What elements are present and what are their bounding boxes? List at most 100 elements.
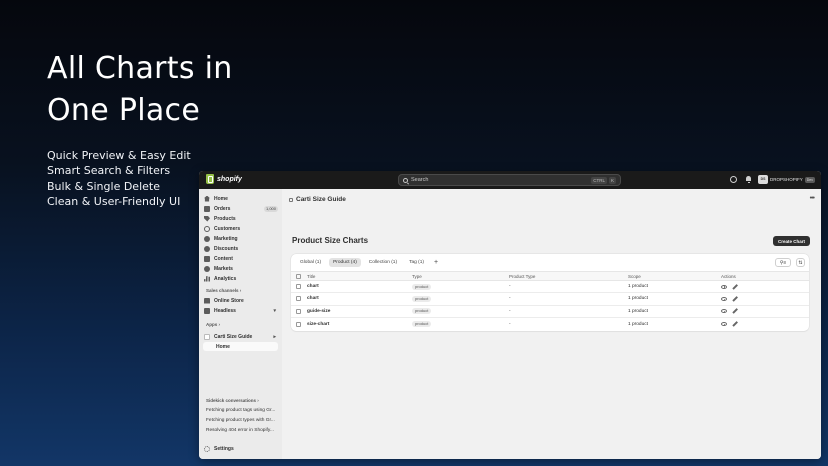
row-checkbox[interactable] (296, 284, 301, 290)
sort-icon: ⇅ (798, 259, 803, 266)
sidebar-item-label: Headless (214, 307, 236, 314)
eye-icon[interactable] (721, 309, 727, 314)
sales-channels-label-text: Sales channels (206, 288, 239, 293)
tag-icon (204, 215, 210, 222)
row-checkbox[interactable] (296, 308, 301, 314)
sidebar-item-markets[interactable]: Markets (204, 264, 278, 273)
bell-icon[interactable] (745, 176, 752, 183)
chart-icon (204, 275, 210, 282)
tab-product[interactable]: Product (4) (329, 258, 361, 267)
column-header-product-type: Product Type (509, 273, 536, 279)
sidebar-item-online-store[interactable]: Online Store (204, 296, 278, 305)
row-actions (721, 293, 738, 304)
sidebar-item-products[interactable]: Products (204, 214, 278, 223)
row-product-type: - (509, 296, 511, 302)
inbox-icon (204, 205, 210, 212)
edit-icon[interactable] (732, 296, 738, 302)
store-badge: Dev (804, 176, 815, 183)
row-actions (721, 306, 738, 317)
column-header-title: Title (307, 273, 316, 279)
eye-icon[interactable] (721, 296, 727, 301)
search-filter-button[interactable]: ⚲ ≡ (775, 258, 791, 267)
sort-button[interactable]: ⇅ (796, 258, 805, 267)
tab-global[interactable]: Global (1) (296, 258, 325, 267)
sidebar: Home Orders 1,000 Products Customers Mar… (199, 189, 282, 459)
gear-icon (204, 445, 210, 452)
row-scope: 1 product (628, 284, 649, 290)
search-input[interactable]: Search CTRL K (398, 174, 621, 186)
sidebar-selected-bg (203, 342, 278, 351)
row-type: product (412, 318, 432, 330)
tab-collection[interactable]: Collection (1) (365, 258, 401, 267)
conversations-label-text: Sidekick conversations (206, 398, 257, 403)
row-scope: 1 product (628, 308, 649, 314)
eye-icon[interactable] (721, 322, 727, 327)
sidebar-item-marketing[interactable]: Marketing (204, 234, 278, 243)
table-row[interactable]: guide-size product - 1 product (291, 306, 809, 318)
search-icon (403, 177, 408, 183)
orders-count-badge: 1,000 (263, 205, 278, 212)
sidebar-item-orders[interactable]: Orders 1,000 (204, 204, 278, 213)
conversation-item[interactable]: Fetching product types with Gr... (206, 418, 275, 423)
column-header-type: Type (412, 273, 422, 279)
conversation-item[interactable]: Resolving 404 error in Shopify... (206, 428, 274, 433)
home-icon (204, 195, 210, 202)
row-checkbox[interactable] (296, 296, 301, 302)
person-icon (204, 225, 210, 232)
shopify-logo[interactable]: shopify (206, 174, 242, 184)
more-icon[interactable]: ••• (810, 195, 815, 202)
add-tab-button[interactable]: + (432, 258, 440, 267)
store-icon (204, 297, 210, 304)
select-all-checkbox[interactable] (296, 273, 301, 279)
edit-icon[interactable] (732, 308, 738, 314)
sidebar-item-headless[interactable]: Headless ▾ (204, 306, 278, 315)
breadcrumb-title: Carti Size Guide (296, 196, 346, 203)
table-row[interactable]: chart product - 1 product (291, 293, 809, 306)
tab-tag[interactable]: Tag (1) (405, 258, 428, 267)
target-icon (204, 235, 210, 242)
sidebar-item-carti-size-guide[interactable]: Carti Size Guide ▸ (204, 332, 278, 341)
row-product-type: - (509, 284, 511, 290)
feature-item: Quick Preview & Easy Edit (47, 149, 191, 162)
sidebar-item-settings[interactable]: Settings (204, 444, 278, 453)
sales-channels-label[interactable]: Sales channels › (206, 288, 241, 293)
store-menu[interactable]: DS DROPSHOPIFY Dev (758, 175, 815, 184)
sidebar-item-label: Discounts (214, 245, 239, 252)
row-product-type: - (509, 308, 511, 314)
table-row[interactable]: chart product - 1 product (291, 281, 809, 294)
conversation-item[interactable]: Fetching product tags using Gr... (206, 408, 275, 413)
type-pill: product (412, 283, 432, 290)
sidekick-conversations-label[interactable]: Sidekick conversations › (206, 398, 259, 403)
row-title: size-chart (307, 321, 330, 327)
sidebar-item-customers[interactable]: Customers (204, 224, 278, 233)
row-type: product (412, 306, 432, 317)
row-type: product (412, 293, 432, 304)
create-chart-button[interactable]: Create Chart (773, 236, 810, 246)
apps-label[interactable]: Apps › (206, 322, 220, 327)
sidebar-item-discounts[interactable]: Discounts (204, 244, 278, 253)
app-icon (204, 333, 210, 340)
shopify-wordmark: shopify (217, 175, 242, 183)
sidebar-item-label: Markets (214, 265, 233, 272)
row-scope: 1 product (628, 296, 649, 302)
globe-icon[interactable] (730, 176, 737, 183)
row-actions (721, 318, 738, 330)
column-header-scope: Scope (628, 273, 641, 279)
charts-table: Title Type Product Type Scope Actions ch… (291, 271, 809, 330)
row-checkbox[interactable] (296, 321, 301, 327)
sidebar-item-analytics[interactable]: Analytics (204, 274, 278, 283)
apps-label-text: Apps (206, 322, 218, 327)
edit-icon[interactable] (732, 321, 738, 327)
type-pill: product (412, 295, 432, 302)
type-pill: product (412, 308, 432, 315)
edit-icon[interactable] (732, 283, 738, 290)
sidebar-item-home[interactable]: Home (204, 194, 278, 203)
sidebar-item-content[interactable]: Content (204, 254, 278, 263)
feature-item: Clean & User-Friendly UI (47, 194, 181, 208)
hero-title-line2: One Place (47, 93, 201, 128)
eye-icon[interactable] (721, 284, 727, 289)
sidebar-item-label: Marketing (214, 235, 238, 242)
table-row[interactable]: size-chart product - 1 product (291, 318, 809, 330)
sidebar-subitem-home[interactable]: Home (216, 344, 230, 350)
row-product-type: - (509, 321, 511, 327)
